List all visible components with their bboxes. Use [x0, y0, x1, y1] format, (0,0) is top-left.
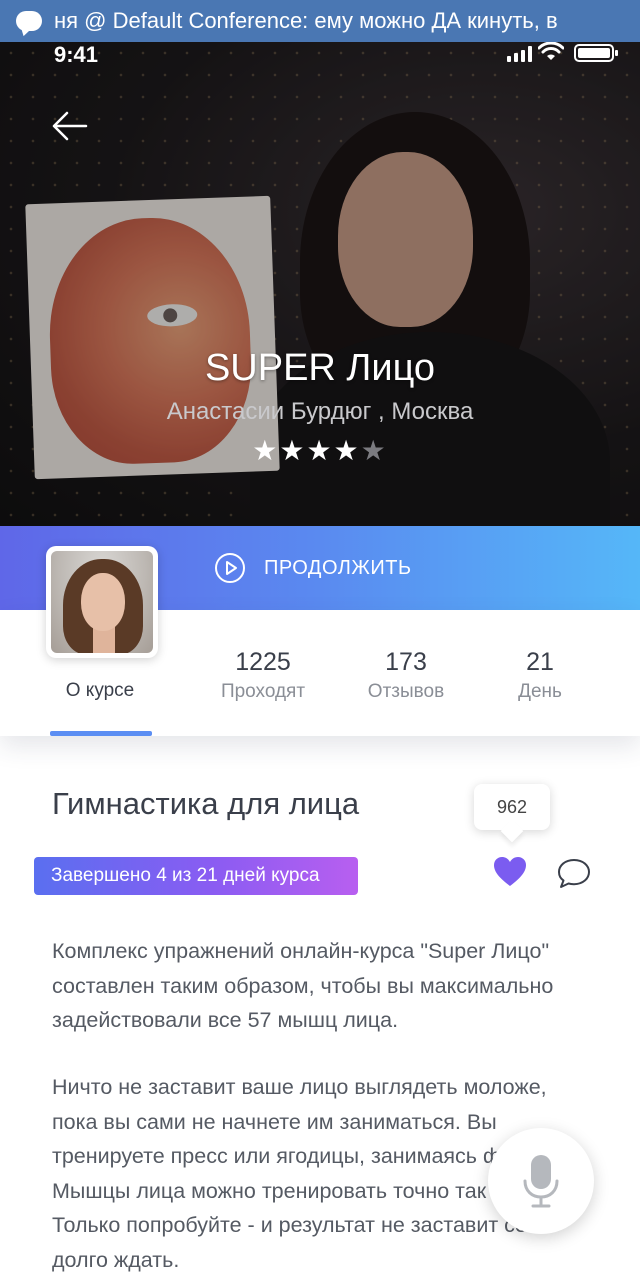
message-bubble-icon: [16, 11, 42, 31]
tab-active-indicator: [50, 731, 152, 736]
likes-count: 962: [496, 796, 528, 817]
notification-text: ня @ Default Conference: ему можно ДА ки…: [54, 8, 558, 33]
star-icon: ★: [306, 435, 334, 466]
continue-label: ПРОДОЛЖИТЬ: [264, 556, 412, 579]
cellular-signal-icon: [507, 46, 532, 62]
stat-value: 21: [526, 648, 554, 676]
status-bar: 9:41: [0, 42, 640, 67]
stat-days: 21 День: [500, 646, 580, 706]
stat-label: Отзывов: [367, 681, 445, 702]
stat-label: День: [518, 681, 562, 702]
star-icon: ★: [252, 435, 280, 466]
comment-bubble-icon[interactable]: [556, 856, 592, 890]
back-arrow-icon[interactable]: [50, 108, 90, 144]
star-icon: ★: [333, 435, 361, 466]
status-time: 9:41: [54, 42, 99, 67]
continue-button[interactable]: ПРОДОЛЖИТЬ: [214, 550, 412, 586]
course-author: Анастасии Бурдюг , Москва: [166, 398, 474, 425]
stat-reviews[interactable]: 173 Отзывов: [356, 646, 456, 706]
voice-input-button[interactable]: [488, 1128, 594, 1234]
course-description-1: Комплекс упражнений онлайн-курса "Super …: [52, 939, 554, 1032]
progress-text: Завершено 4 из 21 дней курса: [51, 865, 320, 886]
tab-about-course[interactable]: О курсе: [48, 680, 152, 702]
course-title-hero: SUPER Лицо: [204, 347, 436, 389]
notification-banner[interactable]: ня @ Default Conference: ему можно ДА ки…: [0, 0, 640, 42]
play-circle-icon: [215, 553, 245, 583]
rating-stars: ★★★★★: [0, 436, 640, 466]
stat-label: Проходят: [220, 681, 306, 702]
likes-count-tooltip: 962: [474, 784, 550, 830]
wifi-icon: [538, 42, 564, 60]
microphone-icon: [523, 1155, 559, 1208]
progress-badge: Завершено 4 из 21 дней курса: [34, 857, 358, 895]
battery-icon: [574, 44, 618, 62]
heart-icon[interactable]: [492, 855, 528, 889]
star-empty-icon: ★: [360, 435, 388, 466]
stat-value: 1225: [235, 648, 291, 676]
stat-value: 173: [385, 648, 427, 676]
hero-info: SUPER Лицо Анастасии Бурдюг , Москва ★★★…: [0, 346, 640, 466]
author-avatar[interactable]: [46, 546, 158, 658]
stat-participants: 1225 Проходят: [212, 646, 314, 706]
course-title: Гимнастика для лица: [52, 786, 360, 821]
star-icon: ★: [279, 435, 307, 466]
